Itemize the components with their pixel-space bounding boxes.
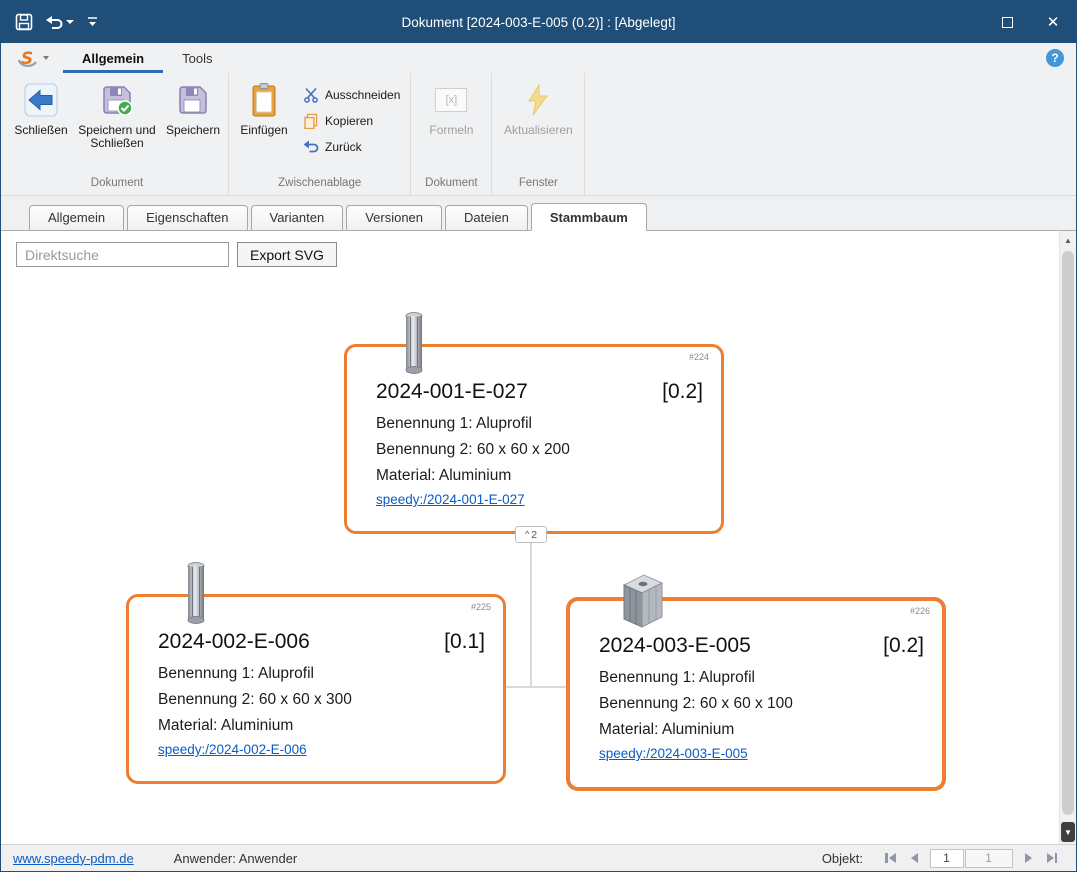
nav-next-button[interactable]	[1022, 849, 1035, 868]
node-speedy-link[interactable]: speedy:/2024-002-E-006	[158, 742, 307, 757]
svg-text:S: S	[21, 49, 33, 69]
window-controls: ✕	[984, 1, 1076, 43]
app-window: Dokument [2024-003-E-005 (0.2)] : [Abgel…	[0, 0, 1077, 872]
node-number: 2024-003-E-005	[599, 634, 751, 658]
maximize-button[interactable]	[984, 1, 1030, 43]
statusbar: www.speedy-pdm.de Anwender: Anwender Obj…	[1, 844, 1076, 871]
tree-node-2024-002-E-006[interactable]: #225 2024-002-E-006 [0.1] Benennung 1: A…	[126, 594, 506, 784]
formeln-button[interactable]: [x] Formeln	[414, 75, 488, 171]
alu-profile-icon	[184, 561, 208, 625]
vertical-scrollbar[interactable]: ▲ ▼	[1059, 231, 1076, 844]
app-menu-button[interactable]: S	[1, 43, 63, 73]
formula-icon: [x]	[435, 80, 467, 120]
ribbon-tab-row: S Allgemein Tools ?	[1, 43, 1076, 73]
tab-versionen[interactable]: Versionen	[346, 205, 442, 230]
node-version: [0.2]	[662, 380, 703, 404]
node-version: [0.2]	[883, 634, 924, 658]
object-navigator: Objekt: 1 1	[822, 849, 1064, 868]
group-label-dokument: Dokument	[9, 175, 225, 195]
help-button[interactable]: ?	[1046, 49, 1064, 67]
child-count: 2	[531, 529, 537, 541]
tab-dateien[interactable]: Dateien	[445, 205, 528, 230]
tab-varianten[interactable]: Varianten	[251, 205, 344, 230]
paste-icon	[250, 80, 278, 120]
ribbon-tab-allgemein[interactable]: Allgemein	[63, 43, 163, 73]
group-label-zwischenablage: Zwischenablage	[232, 175, 407, 195]
node-benennung2: Benennung 2: 60 x 60 x 100	[599, 691, 924, 717]
document-tabstrip: Allgemein Eigenschaften Varianten Versio…	[1, 196, 1076, 231]
speedy-logo-icon: S	[16, 47, 40, 69]
speichern-und-schliessen-button[interactable]: Speichern und Schließen	[73, 75, 161, 171]
app-menu-chevron-icon	[43, 56, 49, 60]
tree-node-2024-003-E-005[interactable]: #226 2024-003-E-005 [0.2] Benennung 1: A…	[566, 597, 946, 791]
ausschneiden-button[interactable]: Ausschneiden	[296, 84, 407, 105]
ribbon-tab-tools[interactable]: Tools	[163, 43, 231, 73]
copy-icon	[303, 113, 319, 129]
scissors-icon	[303, 87, 319, 103]
node-ref-badge: #226	[910, 606, 930, 616]
scrollbar-thumb[interactable]	[1062, 251, 1074, 815]
zurueck-button[interactable]: Zurück	[296, 136, 407, 157]
nav-last-button[interactable]	[1044, 849, 1061, 868]
node-version: [0.1]	[444, 630, 485, 654]
titlebar: Dokument [2024-003-E-005 (0.2)] : [Abgel…	[1, 1, 1076, 43]
current-user-label: Anwender: Anwender	[174, 851, 298, 866]
tab-eigenschaften[interactable]: Eigenschaften	[127, 205, 247, 230]
object-index-input[interactable]: 1	[930, 849, 964, 868]
alu-profile-3d-icon	[618, 571, 666, 629]
ribbon-group-zwischenablage: Einfügen Ausschneiden Kopieren Zurück	[229, 73, 411, 195]
ribbon-group-fenster: Aktualisieren Fenster	[492, 73, 585, 195]
node-speedy-link[interactable]: speedy:/2024-003-E-005	[599, 746, 748, 761]
ribbon: Schließen Speichern und Schließen Speich…	[1, 73, 1076, 196]
group-label-fenster: Fenster	[495, 175, 581, 195]
close-icon: ✕	[1047, 13, 1060, 31]
node-benennung2: Benennung 2: 60 x 60 x 200	[376, 437, 703, 463]
node-ref-badge: #225	[471, 602, 491, 612]
save-document-icon	[177, 80, 209, 120]
save-and-close-icon	[100, 80, 134, 120]
node-benennung2: Benennung 2: 60 x 60 x 300	[158, 687, 485, 713]
node-benennung1: Benennung 1: Aluprofil	[376, 411, 703, 437]
collapse-badge[interactable]: ^ 2	[515, 526, 547, 543]
close-document-icon	[24, 80, 58, 120]
collapse-caret-icon: ^	[525, 530, 529, 539]
nav-first-button[interactable]	[882, 849, 899, 868]
aktualisieren-button[interactable]: Aktualisieren	[495, 75, 581, 171]
lightning-icon	[526, 80, 550, 120]
node-material: Material: Aluminium	[599, 717, 924, 743]
tab-stammbaum[interactable]: Stammbaum	[531, 203, 647, 231]
tab-allgemein[interactable]: Allgemein	[29, 205, 124, 230]
speedy-pdm-website-link[interactable]: www.speedy-pdm.de	[13, 851, 134, 866]
maximize-icon	[1002, 17, 1013, 28]
nav-prev-button[interactable]	[908, 849, 921, 868]
objekt-label: Objekt:	[822, 851, 863, 866]
close-button[interactable]: ✕	[1030, 1, 1076, 43]
undo-back-icon	[303, 139, 319, 154]
node-benennung1: Benennung 1: Aluprofil	[158, 661, 485, 687]
alu-profile-icon	[402, 311, 426, 375]
object-count-box: 1	[965, 849, 1013, 868]
node-material: Material: Aluminium	[376, 463, 703, 489]
node-material: Material: Aluminium	[158, 713, 485, 739]
einfuegen-button[interactable]: Einfügen	[232, 75, 296, 171]
node-number: 2024-002-E-006	[158, 630, 310, 654]
group-label-dokument-2: Dokument	[414, 175, 488, 195]
kopieren-button[interactable]: Kopieren	[296, 110, 407, 131]
ribbon-group-dokument-2: [x] Formeln Dokument	[411, 73, 492, 195]
window-title: Dokument [2024-003-E-005 (0.2)] : [Abgel…	[1, 1, 1076, 43]
tree-node-2024-001-E-027[interactable]: #224 2024-001-E-027 [0.2] Benennung 1: A…	[344, 344, 724, 534]
schliessen-button[interactable]: Schließen	[9, 75, 73, 171]
speichern-button[interactable]: Speichern	[161, 75, 225, 171]
node-number: 2024-001-E-027	[376, 380, 528, 404]
ribbon-group-dokument: Schließen Speichern und Schließen Speich…	[6, 73, 229, 195]
scroll-up-icon[interactable]: ▲	[1060, 231, 1076, 249]
node-speedy-link[interactable]: speedy:/2024-001-E-027	[376, 492, 525, 507]
node-benennung1: Benennung 1: Aluprofil	[599, 665, 924, 691]
stammbaum-panel: Export SVG #224 2024-001-E-027 [0.2] Ben…	[1, 231, 1076, 844]
scroll-down-icon[interactable]: ▼	[1061, 822, 1075, 842]
node-ref-badge: #224	[689, 352, 709, 362]
